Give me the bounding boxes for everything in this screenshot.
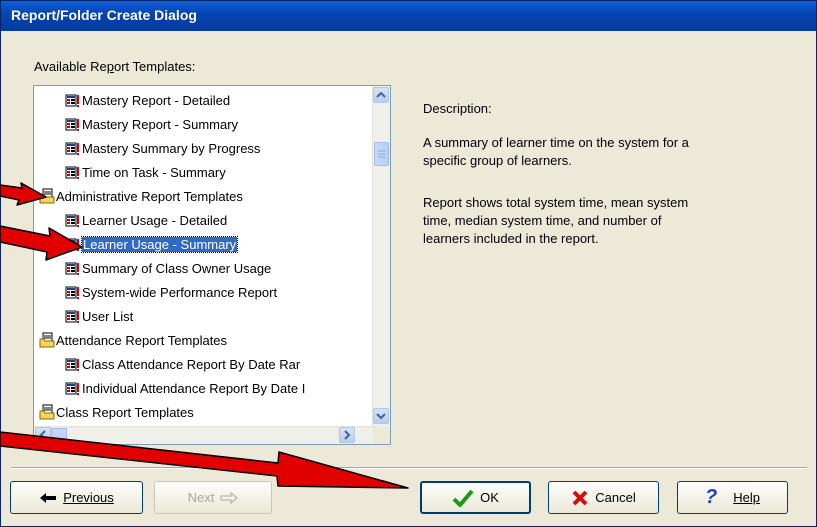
tree-item-label: Mastery Report - Detailed [82, 93, 231, 108]
tree-item-label: Learner Usage - Detailed [82, 213, 228, 228]
tree-report[interactable]: Mastery Report - Detailed [65, 90, 230, 112]
report-icon [65, 238, 79, 251]
template-tree[interactable]: Mastery Report - Detailed Mastery Report … [33, 85, 391, 445]
window-title: Report/Folder Create Dialog [11, 7, 197, 23]
tree-item-label: Class Attendance Report By Date Rar [82, 357, 301, 372]
tree-item-label: User List [82, 309, 134, 324]
tree-report[interactable]: Class Attendance Report By Date Rar [65, 354, 300, 376]
tree-report[interactable]: Summary of Class Owner Usage [65, 258, 271, 280]
tree-folder[interactable]: Attendance Report Templates [39, 330, 227, 352]
tree-report[interactable]: Individual Attendance Report By Date I [65, 378, 305, 400]
folder-icon [39, 188, 55, 204]
report-icon [65, 358, 79, 371]
tree-item-label: Summary of Class Owner Usage [82, 261, 272, 276]
description-line: Report shows total system time, mean sys… [423, 195, 689, 210]
tree-item-label: Learner Usage - Summary [80, 236, 239, 253]
chevron-down-icon [376, 413, 386, 420]
help-button-label: Help [733, 490, 760, 505]
report-icon [65, 382, 79, 395]
chevron-left-icon [39, 430, 46, 440]
description-heading: Description: [423, 101, 492, 116]
description-line: learners included in the report. [423, 231, 599, 246]
vertical-scrollbar[interactable] [372, 86, 390, 427]
tree-folder[interactable]: Class Report Templates [39, 402, 194, 424]
report-icon [65, 310, 79, 323]
previous-button[interactable]: Previous [10, 481, 143, 514]
description-line: specific group of learners. [423, 153, 572, 168]
report-icon [65, 286, 79, 299]
horizontal-scroll-thumb[interactable] [51, 428, 67, 443]
title-bar: Report/Folder Create Dialog [1, 1, 816, 31]
cancel-button-label: Cancel [595, 490, 636, 505]
button-separator [11, 467, 807, 469]
folder-icon [39, 404, 55, 420]
tree-item-label: Administrative Report Templates [56, 189, 243, 204]
tree-item-label: System-wide Performance Report [82, 285, 278, 300]
scroll-down-button[interactable] [373, 408, 389, 424]
report-icon [65, 142, 79, 155]
tree-item-label: Mastery Summary by Progress [82, 141, 261, 156]
cancel-button[interactable]: Cancel [548, 481, 659, 514]
scroll-up-button[interactable] [373, 87, 389, 103]
report-icon [65, 214, 79, 227]
tree-item-label: Mastery Report - Summary [82, 117, 239, 132]
arrow-right-icon [220, 491, 239, 504]
templates-label: Available Report Templates: [34, 59, 196, 74]
tree-item-label: Individual Attendance Report By Date I [82, 381, 306, 396]
report-icon [65, 262, 79, 275]
tree-item-label: Time on Task - Summary [82, 165, 226, 180]
cancel-x-icon [572, 490, 588, 505]
dialog-window: Report/Folder Create Dialog Available Re… [0, 0, 817, 527]
next-button-label: Next [187, 490, 215, 505]
horizontal-scrollbar[interactable] [34, 426, 375, 444]
folder-icon [39, 332, 55, 348]
checkmark-icon [452, 489, 474, 507]
report-icon [65, 166, 79, 179]
description-line: A summary of learner time on the system … [423, 135, 689, 150]
tree-report[interactable]: User List [65, 306, 133, 328]
ok-button-label: OK [480, 490, 499, 505]
tree-item-label: Class Report Templates [56, 405, 194, 420]
tree-report[interactable]: Learner Usage - Detailed [65, 210, 227, 232]
scroll-left-button[interactable] [35, 427, 51, 443]
report-icon [65, 118, 79, 131]
scroll-corner [373, 427, 390, 444]
next-button[interactable]: Next [154, 481, 272, 514]
scroll-right-button[interactable] [339, 427, 355, 443]
help-question-icon: ? [705, 486, 718, 508]
ok-button[interactable]: OK [420, 481, 531, 514]
vertical-scroll-thumb[interactable] [374, 142, 389, 166]
report-icon [65, 94, 79, 107]
tree-report[interactable]: Mastery Report - Summary [65, 114, 238, 136]
tree-report[interactable]: Mastery Summary by Progress [65, 138, 260, 160]
tree-folder[interactable]: Administrative Report Templates [39, 186, 243, 208]
chevron-up-icon [376, 91, 386, 98]
tree-report[interactable]: System-wide Performance Report [65, 282, 277, 304]
tree-report[interactable]: Learner Usage - Summary [65, 234, 239, 256]
tree-item-label: Attendance Report Templates [56, 333, 228, 348]
description-line: time, median system time, and number of [423, 213, 662, 228]
arrow-left-icon [40, 492, 57, 503]
tree-report[interactable]: Time on Task - Summary [65, 162, 226, 184]
chevron-right-icon [344, 430, 351, 440]
previous-button-label: Previous [63, 490, 114, 505]
help-button[interactable]: ? Help [677, 481, 788, 514]
